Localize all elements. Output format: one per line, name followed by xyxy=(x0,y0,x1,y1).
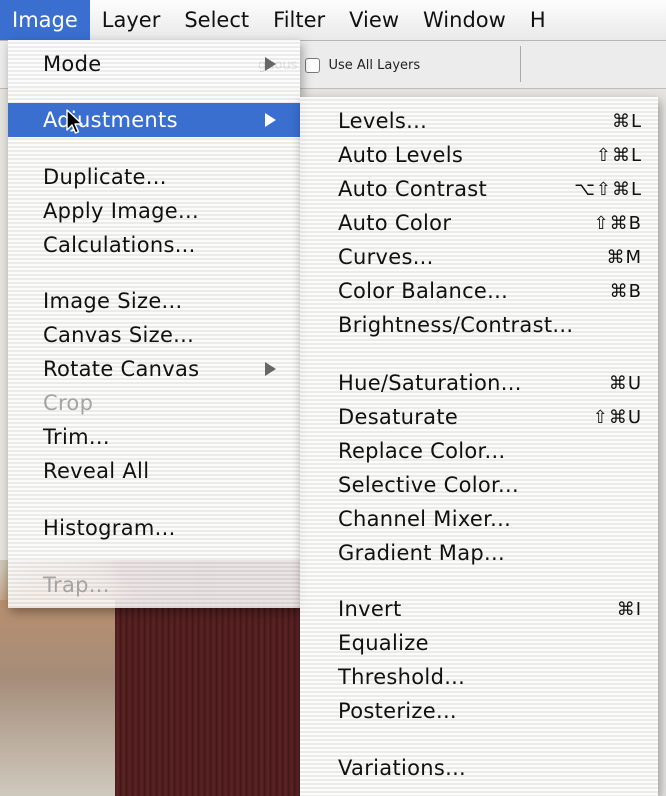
menu-item-auto-levels[interactable]: Auto Levels ⇧⌘L xyxy=(300,138,658,172)
menu-item-curves[interactable]: Curves... ⌘M xyxy=(300,240,658,274)
shortcut-label: ⌘B xyxy=(609,280,642,302)
menu-item-label: Channel Mixer... xyxy=(338,507,512,531)
menu-item-label: Levels... xyxy=(338,109,428,133)
menu-item-label: Crop xyxy=(43,391,94,415)
submenu-arrow-icon xyxy=(265,57,276,71)
menu-item-image-size[interactable]: Image Size... xyxy=(8,284,300,318)
options-divider xyxy=(520,46,521,82)
use-all-layers-checkbox[interactable] xyxy=(305,57,321,73)
menu-item-calculations[interactable]: Calculations... xyxy=(8,228,300,262)
shortcut-label: ⌘U xyxy=(608,372,642,394)
shortcut-label: ⌘I xyxy=(616,598,642,620)
adjustments-submenu: Levels... ⌘L Auto Levels ⇧⌘L Auto Contra… xyxy=(300,97,658,796)
photo-shirt-region xyxy=(115,600,300,796)
shortcut-label: ⌘L xyxy=(611,110,642,132)
menu-item-label: Gradient Map... xyxy=(338,541,505,565)
menubar-image[interactable]: Image xyxy=(0,0,90,40)
menu-item-label: Apply Image... xyxy=(43,199,199,223)
photo-arm-region xyxy=(0,600,115,796)
image-menu: Mode Adjustments Duplicate... Apply Imag… xyxy=(8,40,300,608)
menu-item-label: Posterize... xyxy=(338,699,457,723)
shortcut-label: ⌘M xyxy=(606,246,642,268)
menu-item-invert[interactable]: Invert ⌘I xyxy=(300,592,658,626)
menu-item-brightness-contrast[interactable]: Brightness/Contrast... xyxy=(300,308,658,342)
menu-item-variations[interactable]: Variations... xyxy=(300,751,658,785)
menu-item-label: Replace Color... xyxy=(338,439,506,463)
menu-item-label: Equalize xyxy=(338,631,429,655)
menu-item-rotate-canvas[interactable]: Rotate Canvas xyxy=(8,352,300,386)
submenu-arrow-icon xyxy=(265,113,276,127)
menu-item-label: Histogram... xyxy=(43,516,176,540)
shortcut-label: ⌥⇧⌘L xyxy=(574,178,642,200)
menu-item-label: Invert xyxy=(338,597,402,621)
menu-item-label: Desaturate xyxy=(338,405,459,429)
menu-item-label: Hue/Saturation... xyxy=(338,371,522,395)
menubar-view[interactable]: View xyxy=(337,0,411,40)
menu-item-replace-color[interactable]: Replace Color... xyxy=(300,434,658,468)
menu-item-duplicate[interactable]: Duplicate... xyxy=(8,160,300,194)
use-all-layers-label[interactable]: Use All Layers xyxy=(328,58,420,73)
menu-item-label: Duplicate... xyxy=(43,165,167,189)
menu-item-label: Trap... xyxy=(43,573,110,597)
menu-item-adjustments[interactable]: Adjustments xyxy=(8,103,300,137)
arrow-cursor-icon xyxy=(66,109,83,134)
menu-item-label: Calculations... xyxy=(43,233,196,257)
shortcut-label: ⇧⌘L xyxy=(595,144,642,166)
menu-item-threshold[interactable]: Threshold... xyxy=(300,660,658,694)
menu-item-equalize[interactable]: Equalize xyxy=(300,626,658,660)
menu-item-color-balance[interactable]: Color Balance... ⌘B xyxy=(300,274,658,308)
menu-item-label: Selective Color... xyxy=(338,473,519,497)
menu-item-label: Threshold... xyxy=(338,665,466,689)
menubar-help[interactable]: H xyxy=(518,0,558,40)
menu-item-label: Reveal All xyxy=(43,459,150,483)
submenu-arrow-icon xyxy=(265,362,276,376)
shortcut-label: ⇧⌘U xyxy=(592,406,642,428)
menu-item-reveal-all[interactable]: Reveal All xyxy=(8,454,300,488)
menu-item-desaturate[interactable]: Desaturate ⇧⌘U xyxy=(300,400,658,434)
menu-item-mode[interactable]: Mode xyxy=(8,47,300,81)
menu-item-auto-contrast[interactable]: Auto Contrast ⌥⇧⌘L xyxy=(300,172,658,206)
menu-item-crop: Crop xyxy=(8,386,300,420)
menu-item-label: Curves... xyxy=(338,245,434,269)
menu-item-label: Adjustments xyxy=(43,108,178,132)
shortcut-label: ⇧⌘B xyxy=(593,212,642,234)
menu-item-histogram[interactable]: Histogram... xyxy=(8,511,300,545)
menu-item-label: Brightness/Contrast... xyxy=(338,313,574,337)
menu-item-label: Auto Levels xyxy=(338,143,464,167)
menu-item-posterize[interactable]: Posterize... xyxy=(300,694,658,728)
menu-item-label: Color Balance... xyxy=(338,279,509,303)
menu-bar: Image Layer Select Filter View Window H xyxy=(0,0,666,41)
menu-item-channel-mixer[interactable]: Channel Mixer... xyxy=(300,502,658,536)
menubar-window[interactable]: Window xyxy=(411,0,518,40)
menu-item-label: Rotate Canvas xyxy=(43,357,200,381)
menu-item-trim[interactable]: Trim... xyxy=(8,420,300,454)
menu-item-canvas-size[interactable]: Canvas Size... xyxy=(8,318,300,352)
menu-item-label: Auto Color xyxy=(338,211,452,235)
menu-item-label: Canvas Size... xyxy=(43,323,195,347)
menubar-filter[interactable]: Filter xyxy=(261,0,337,40)
menu-item-hue-saturation[interactable]: Hue/Saturation... ⌘U xyxy=(300,366,658,400)
menubar-layer[interactable]: Layer xyxy=(90,0,173,40)
menu-item-label: Mode xyxy=(43,52,102,76)
menu-item-apply-image[interactable]: Apply Image... xyxy=(8,194,300,228)
menu-item-selective-color[interactable]: Selective Color... xyxy=(300,468,658,502)
menu-item-label: Image Size... xyxy=(43,289,183,313)
menu-item-levels[interactable]: Levels... ⌘L xyxy=(300,104,658,138)
menubar-select[interactable]: Select xyxy=(172,0,261,40)
menu-item-label: Auto Contrast xyxy=(338,177,488,201)
menu-item-trap: Trap... xyxy=(8,568,300,602)
menu-item-auto-color[interactable]: Auto Color ⇧⌘B xyxy=(300,206,658,240)
menu-item-label: Trim... xyxy=(43,425,110,449)
menu-item-label: Variations... xyxy=(338,756,467,780)
menu-item-gradient-map[interactable]: Gradient Map... xyxy=(300,536,658,570)
